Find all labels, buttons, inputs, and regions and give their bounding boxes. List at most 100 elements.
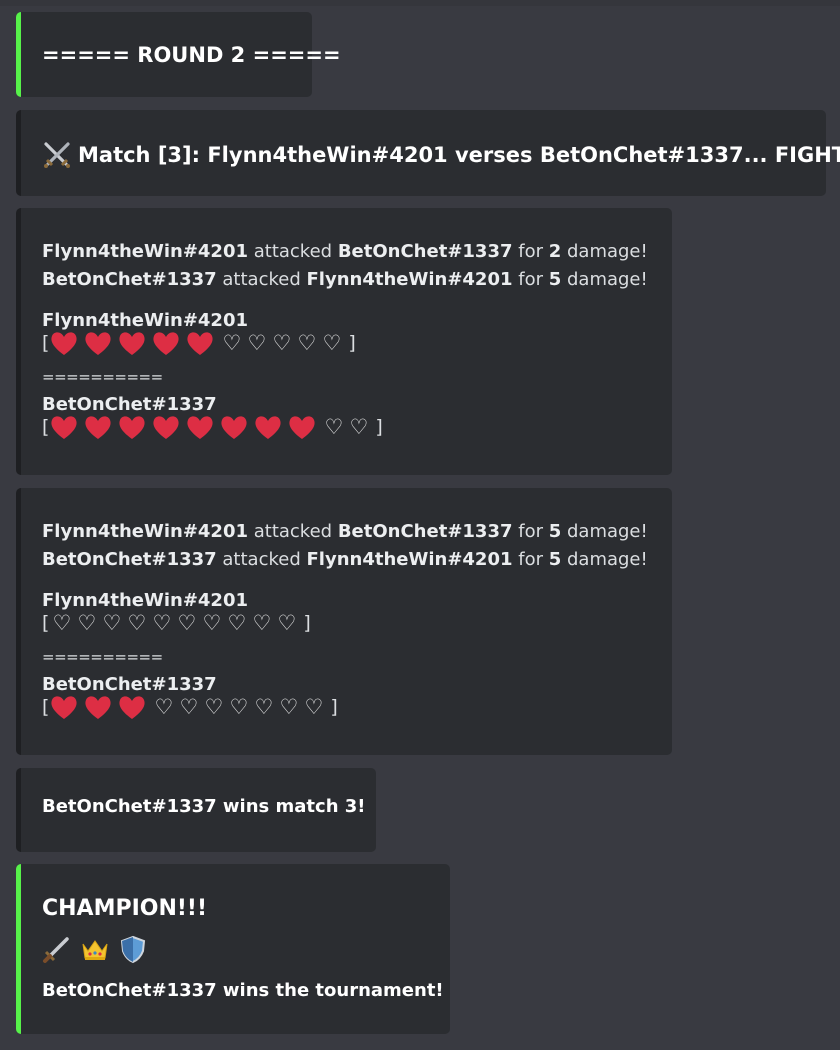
- red-heart-icon: [51, 416, 77, 439]
- red-heart-icon: [289, 416, 315, 439]
- attacker-name: Flynn4theWin#4201: [42, 521, 248, 542]
- damage-value: 5: [548, 549, 562, 570]
- full-heart: [117, 693, 151, 721]
- empty-heart-icon: ♡: [102, 611, 122, 635]
- damage-suffix: damage!: [566, 521, 648, 542]
- health-bar-close: ]: [330, 696, 338, 718]
- attacker-name: BetOnChet#1337: [42, 549, 217, 570]
- damage-suffix: damage!: [566, 269, 648, 290]
- health-bar: [♡ ♡]: [42, 412, 383, 442]
- attack-verb: attacked: [222, 269, 301, 290]
- red-heart-icon: [85, 696, 111, 719]
- red-heart-icon: [85, 416, 111, 439]
- match-header-embed: Match [3]: Flynn4theWin#4201 verses BetO…: [16, 110, 840, 196]
- health-bar-close: ]: [375, 416, 383, 438]
- turn-embed-1: Flynn4theWin#4201 attacked BetOnChet#133…: [16, 208, 672, 475]
- empty-heart-icon: ♡: [52, 611, 72, 635]
- full-heart: [49, 413, 83, 441]
- health-bar-open: [: [42, 416, 50, 438]
- full-heart: [185, 413, 219, 441]
- empty-heart-icon: ♡: [324, 415, 344, 439]
- red-heart-icon: [187, 332, 213, 355]
- round-header-text: ===== ROUND 2 =====: [42, 43, 341, 67]
- target-name: Flynn4theWin#4201: [306, 549, 513, 570]
- health-bar: [♡ ♡ ♡ ♡ ♡ ♡ ♡ ♡ ♡ ♡]: [42, 608, 311, 638]
- empty-heart-icon: ♡: [127, 611, 147, 635]
- dagger-icon: [43, 937, 69, 963]
- separator: ==========: [42, 648, 163, 666]
- empty-heart-icon: ♡: [304, 695, 324, 719]
- target-name: Flynn4theWin#4201: [306, 269, 513, 290]
- empty-heart-icon: ♡: [77, 611, 97, 635]
- full-heart: [151, 413, 185, 441]
- empty-heart-icon: ♡: [202, 611, 222, 635]
- empty-heart-icon: ♡: [227, 611, 247, 635]
- empty-heart-icon: ♡: [252, 611, 272, 635]
- attack-verb: attacked: [253, 521, 333, 542]
- full-heart: [83, 413, 117, 441]
- full-heart: [287, 413, 321, 441]
- empty-heart-icon: ♡: [152, 611, 172, 635]
- for-word: for: [518, 269, 543, 290]
- match-header-text: Match [3]: Flynn4theWin#4201 verses BetO…: [78, 143, 840, 167]
- health-bar-close: ]: [303, 612, 311, 634]
- full-heart: [83, 329, 117, 357]
- attack-verb: attacked: [222, 549, 301, 570]
- attack-line: BetOnChet#1337 attacked Flynn4theWin#420…: [42, 546, 648, 574]
- match-header: Match [3]: Flynn4theWin#4201 verses BetO…: [42, 140, 840, 170]
- champion-emoji-row: [42, 934, 148, 964]
- for-word: for: [518, 549, 543, 570]
- red-heart-icon: [187, 416, 213, 439]
- shield-icon: [120, 935, 146, 964]
- target-name: BetOnChet#1337: [337, 241, 513, 262]
- top-strip: [0, 0, 840, 6]
- attack-line: BetOnChet#1337 attacked Flynn4theWin#420…: [42, 266, 648, 294]
- empty-heart-icon: ♡: [297, 331, 317, 355]
- match-result-text: BetOnChet#1337 wins match 3!: [42, 796, 366, 817]
- red-heart-icon: [153, 332, 179, 355]
- health-bar-open: [: [42, 612, 50, 634]
- red-heart-icon: [85, 332, 111, 355]
- empty-heart-icon: ♡: [204, 695, 224, 719]
- for-word: for: [518, 521, 543, 542]
- full-heart: [117, 413, 151, 441]
- damage-value: 5: [548, 521, 562, 542]
- separator: ==========: [42, 368, 163, 386]
- round-header-embed: ===== ROUND 2 =====: [16, 12, 341, 97]
- full-heart: [49, 693, 83, 721]
- red-heart-icon: [119, 696, 145, 719]
- champion-text: BetOnChet#1337 wins the tournament!: [42, 980, 444, 1001]
- health-bar: [♡ ♡ ♡ ♡ ♡ ♡ ♡]: [42, 692, 338, 722]
- red-heart-icon: [153, 416, 179, 439]
- empty-heart-icon: ♡: [247, 331, 267, 355]
- health-bar-open: [: [42, 332, 50, 354]
- full-heart: [253, 413, 287, 441]
- full-heart: [49, 329, 83, 357]
- attack-verb: attacked: [253, 241, 333, 262]
- empty-heart-icon: ♡: [222, 331, 242, 355]
- full-heart: [151, 329, 185, 357]
- red-heart-icon: [119, 332, 145, 355]
- crown-icon: [82, 940, 108, 960]
- empty-heart-icon: ♡: [179, 695, 199, 719]
- health-bar-open: [: [42, 696, 50, 718]
- match-result-embed: BetOnChet#1337 wins match 3!: [16, 768, 376, 852]
- crossed-swords-icon: [44, 142, 70, 168]
- attacker-name: BetOnChet#1337: [42, 269, 217, 290]
- red-heart-icon: [51, 332, 77, 355]
- damage-value: 2: [548, 241, 562, 262]
- damage-value: 5: [548, 269, 562, 290]
- attack-line: Flynn4theWin#4201 attacked BetOnChet#133…: [42, 238, 648, 266]
- empty-heart-icon: ♡: [277, 611, 297, 635]
- health-bar-close: ]: [348, 332, 356, 354]
- target-name: BetOnChet#1337: [337, 521, 513, 542]
- attack-line: Flynn4theWin#4201 attacked BetOnChet#133…: [42, 518, 648, 546]
- empty-heart-icon: ♡: [322, 331, 342, 355]
- champion-embed: CHAMPION!!! BetOnChet#1337 wins the tour…: [16, 864, 450, 1034]
- empty-heart-icon: ♡: [272, 331, 292, 355]
- full-heart: [185, 329, 219, 357]
- empty-heart-icon: ♡: [177, 611, 197, 635]
- damage-suffix: damage!: [566, 549, 648, 570]
- empty-heart-icon: ♡: [254, 695, 274, 719]
- empty-heart-icon: ♡: [279, 695, 299, 719]
